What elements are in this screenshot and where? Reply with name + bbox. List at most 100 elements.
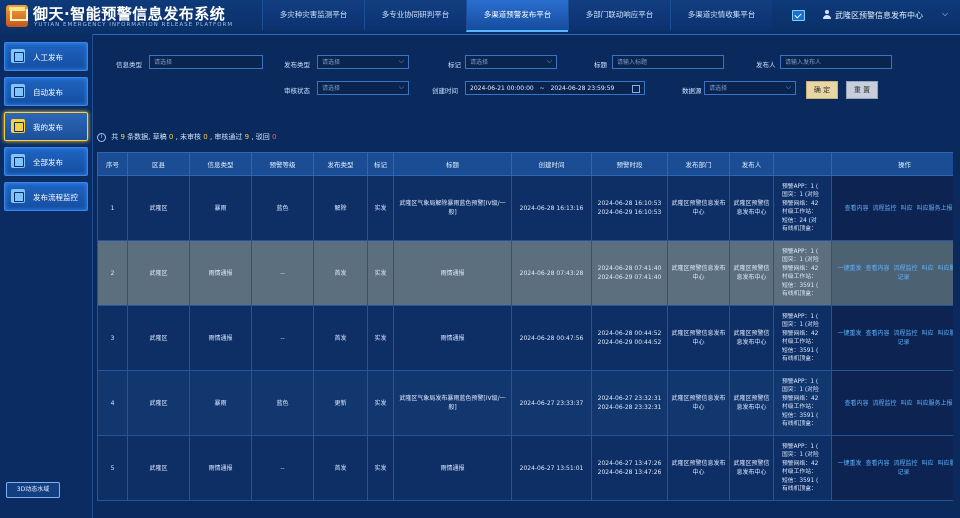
- op-link[interactable]: 流程监控: [893, 265, 917, 272]
- cell-operations: 一键重发查看内容流程监控叫应叫应服务上报记录: [831, 240, 953, 306]
- cell-type: 雨情通报: [189, 240, 252, 306]
- title-input[interactable]: 请输入标题: [612, 55, 724, 69]
- summary-rejected: 0: [272, 133, 277, 141]
- message-icon[interactable]: [792, 10, 805, 21]
- publish-table: 序号 区县 信息类型 预警等级 发布类型 标记 标题 创建时间 预警时段 发布部门 发布人 操作 1武…: [97, 152, 953, 518]
- user-dropdown-icon[interactable]: ⌵: [942, 9, 948, 19]
- cell-type: 暴雨: [189, 370, 252, 436]
- confirm-button[interactable]: 确 定: [806, 81, 838, 99]
- op-link[interactable]: 叫应: [922, 265, 934, 272]
- cell-created: 2024-06-28 07:43:28: [511, 240, 592, 306]
- 3d-water-button[interactable]: 3D动态水域: [6, 482, 60, 498]
- op-link[interactable]: 一键重发: [837, 460, 861, 467]
- stat-line: 国突：1 (对险: [782, 322, 819, 328]
- op-link[interactable]: 叫应: [922, 330, 934, 337]
- op-link[interactable]: 叫应服务上报记录: [917, 205, 953, 212]
- stat-line: 有线机顶盒：: [782, 226, 817, 232]
- cell-publisher: 武隆区预警信息发布中心: [729, 305, 774, 371]
- op-link[interactable]: 查看内容: [844, 205, 868, 212]
- created-time-range[interactable]: 2024-06-21 00:00:00 ~ 2024-06-28 23:59:5…: [465, 81, 645, 95]
- op-link[interactable]: 叫应: [901, 205, 913, 212]
- table-row[interactable]: 3 武隆区 雨情通报 -- 首发 实发 雨情通报 2024-06-28 00:47:56 202…: [97, 305, 953, 371]
- publisher-input[interactable]: 请输入发布人: [780, 55, 892, 69]
- app-logo-icon: [6, 5, 28, 27]
- stat-line: 短信：3591 (: [782, 477, 819, 484]
- column-header: 发布人: [729, 152, 774, 176]
- info-type-label: 信息类型: [116, 61, 142, 69]
- stat-line: 短信：3591 (: [782, 347, 819, 354]
- table-row[interactable]: 4 武隆区 暴雨 蓝色 更新 实发 武隆区气象局发布暴雨蓝色预警[IV级/一般] 2024-0…: [97, 370, 953, 436]
- nav-tab-publish[interactable]: 多渠道预警发布平台: [466, 0, 568, 32]
- stat-line: 国突：1 (对险: [782, 192, 819, 198]
- op-link[interactable]: 一键重发: [837, 330, 861, 337]
- op-link[interactable]: 叫应: [922, 460, 934, 467]
- stat-line: 有线机顶盒：: [782, 356, 817, 362]
- nav-tab-response[interactable]: 多部门联动响应平台: [568, 0, 670, 30]
- sidebar-item-all-publish[interactable]: 全部发布: [4, 147, 88, 176]
- stat-line: 有线机顶盒：: [782, 291, 817, 297]
- cell-dept: 武隆区预警信息发布中心: [667, 175, 730, 241]
- cell-pubtype: 首发: [313, 435, 368, 501]
- cell-period-end: 2024-06-28 13:47:26: [597, 469, 662, 476]
- op-link[interactable]: 查看内容: [865, 265, 889, 272]
- op-link[interactable]: 查看内容: [844, 400, 868, 407]
- op-link[interactable]: 流程监控: [893, 460, 917, 467]
- op-link[interactable]: 查看内容: [865, 330, 889, 337]
- info-type-input[interactable]: 请选择: [149, 55, 263, 69]
- user-name[interactable]: 武隆区预警信息发布中心: [835, 10, 923, 21]
- op-link[interactable]: 叫应服务上报记录: [917, 400, 953, 407]
- op-link[interactable]: 流程监控: [872, 400, 896, 407]
- info-icon: i: [97, 132, 106, 142]
- cell-level: 蓝色: [251, 370, 314, 436]
- summary-text: , 未审核: [175, 133, 202, 141]
- review-status-select[interactable]: 请选择: [317, 81, 409, 95]
- created-start: 2024-06-21 00:00:00: [470, 85, 534, 92]
- title-label: 标题: [594, 61, 607, 69]
- publish-type-select[interactable]: 请选择: [317, 55, 409, 69]
- stat-line: 预警网络：42: [782, 265, 819, 272]
- cell-dept: 武隆区预警信息发布中心: [667, 370, 730, 436]
- sidebar-item-my-publish[interactable]: 我的发布: [4, 112, 88, 141]
- op-link[interactable]: 流程监控: [872, 205, 896, 212]
- op-link[interactable]: 一键重发: [837, 265, 861, 272]
- sidebar-item-process-monitor[interactable]: 发布流程监控: [4, 182, 88, 211]
- table-row[interactable]: 1 武隆区 暴雨 蓝色 解除 实发 武隆区气象局解除暴雨蓝色预警[IV级/一般] 2024-0…: [97, 175, 953, 241]
- cell-period-start: 2024-06-28 07:41:40: [597, 265, 662, 272]
- sidebar: 人工发布 自动发布 我的发布 全部发布 发布流程监控 3D动态水域: [0, 34, 93, 518]
- nav-tab-collection[interactable]: 多渠道灾情收集平台: [670, 0, 772, 30]
- summary-line: i 共 9 条数据, 草稿 0 , 未审核 0 , 审核通过 9 , 驳回 0: [97, 132, 277, 142]
- cell-created: 2024-06-28 16:13:16: [511, 175, 592, 241]
- user-icon: [823, 10, 831, 19]
- nav-tab-analysis[interactable]: 多专业协同研判平台: [364, 0, 466, 30]
- stat-line: 预警APP：1 (: [782, 248, 819, 255]
- op-link[interactable]: 叫应: [901, 400, 913, 407]
- nav-tab-monitoring[interactable]: 多灾种灾害监测平台: [262, 0, 364, 30]
- cell-title: 武隆区气象局发布暴雨蓝色预警[IV级/一般]: [393, 370, 512, 436]
- reset-button[interactable]: 重 置: [846, 81, 878, 99]
- cell-operations: 一键重发查看内容流程监控叫应叫应服务上报记录: [831, 305, 953, 371]
- sidebar-item-auto-publish[interactable]: 自动发布: [4, 77, 88, 106]
- cell-level: --: [251, 305, 314, 371]
- cell-period: 2024-06-28 07:41:40 2024-06-29 07:41:40: [591, 240, 668, 306]
- cell-district: 武隆区: [127, 435, 190, 501]
- tag-select[interactable]: 请选择: [465, 55, 557, 69]
- table-row[interactable]: 2 武隆区 雨情通报 -- 首发 实发 雨情通报 2024-06-28 07:43:28 202…: [97, 240, 953, 306]
- op-link[interactable]: 查看内容: [865, 460, 889, 467]
- table-row[interactable]: 5 武隆区 雨情通报 -- 首发 实发 雨情通报 2024-06-27 13:51:01 202…: [97, 435, 953, 501]
- publisher-label: 发布人: [756, 61, 776, 69]
- column-header: 发布部门: [667, 152, 730, 176]
- cell-no: 5: [97, 435, 128, 501]
- cell-pubtype: 更新: [313, 370, 368, 436]
- op-link[interactable]: 流程监控: [893, 330, 917, 337]
- data-source-select[interactable]: 请选择: [704, 81, 796, 95]
- created-end: 2024-06-28 23:59:59: [550, 85, 615, 92]
- sidebar-item-manual-publish[interactable]: 人工发布: [4, 42, 88, 71]
- column-header: 预警等级: [251, 152, 314, 176]
- stat-line: 国突：1 (对险: [782, 452, 819, 458]
- column-header: 序号: [97, 152, 128, 176]
- cell-tag: 实发: [367, 305, 394, 371]
- cell-level: 蓝色: [251, 175, 314, 241]
- auto-icon: [11, 84, 25, 98]
- stat-line: 短信：24 (对: [782, 217, 817, 224]
- summary-text: 条数据, 草稿: [127, 133, 167, 141]
